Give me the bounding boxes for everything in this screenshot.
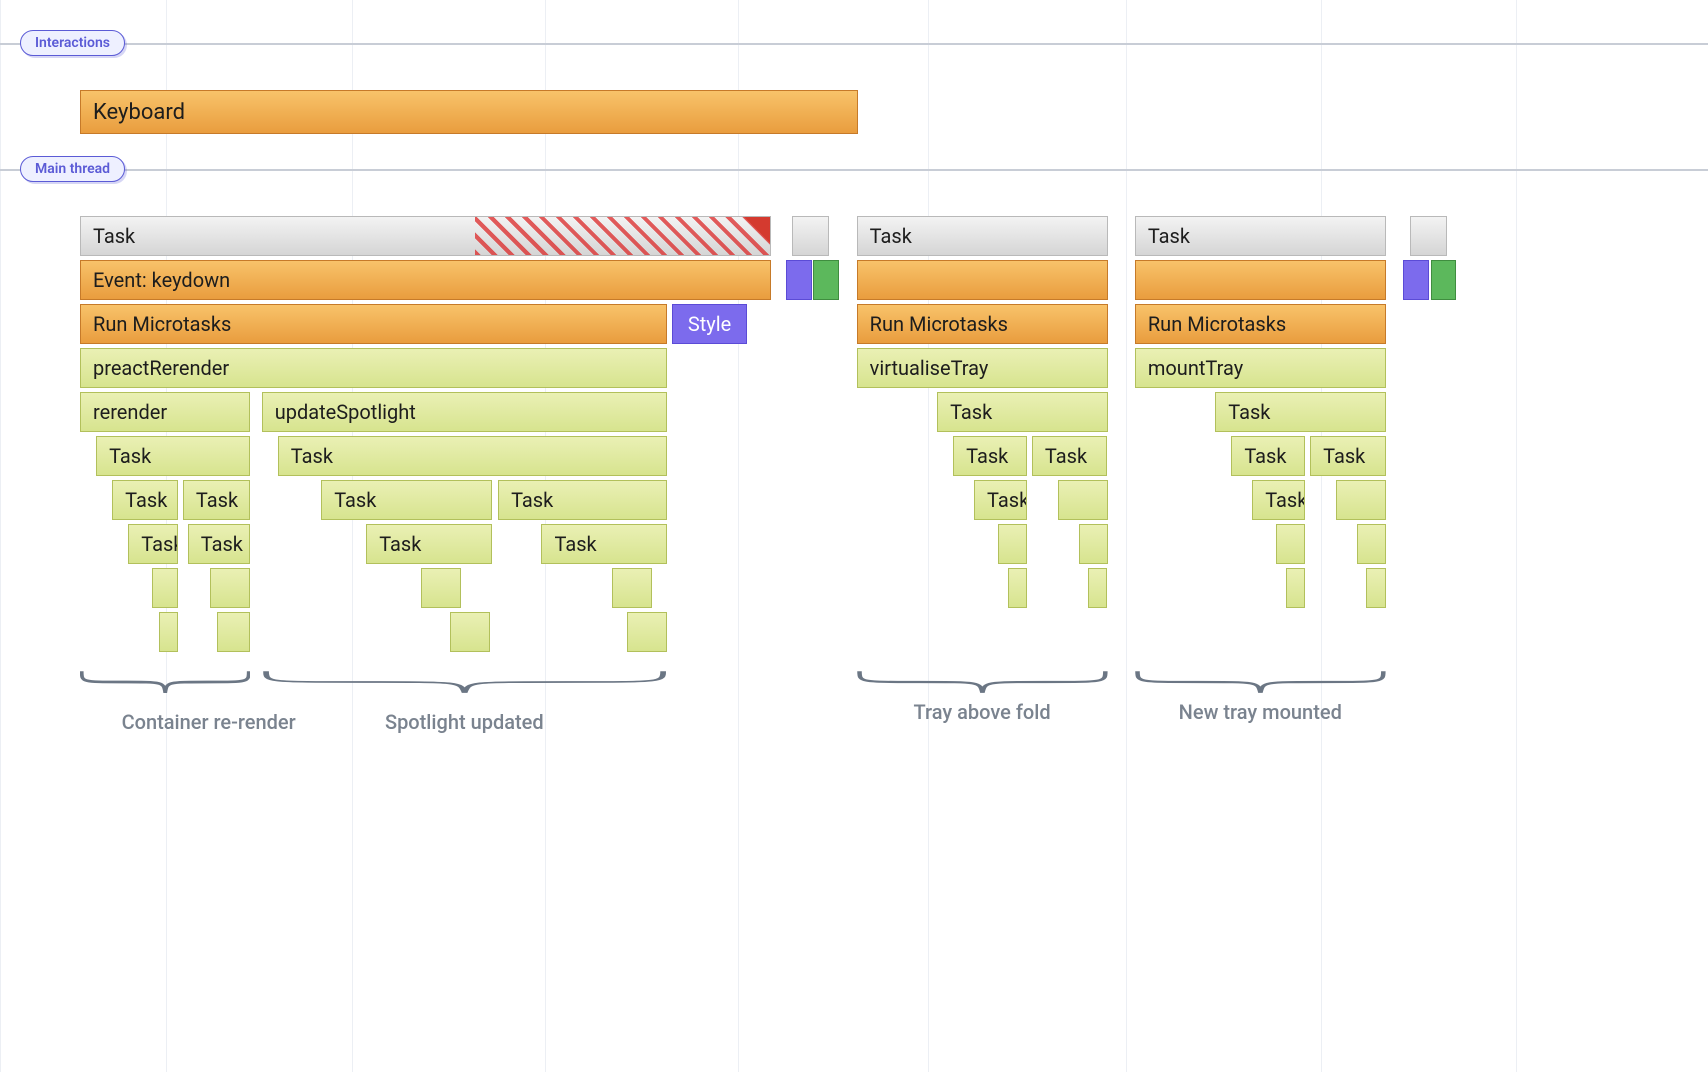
brace-spotlight	[262, 670, 667, 694]
c-paint-chip[interactable]	[1431, 260, 1457, 300]
c-event[interactable]	[1135, 260, 1386, 300]
b-r5[interactable]: Task	[937, 392, 1107, 432]
a-r8-l1[interactable]: Task	[128, 524, 178, 564]
a-r10-r2[interactable]	[627, 612, 667, 652]
b-microtasks[interactable]: Run Microtasks	[857, 304, 1108, 344]
c-r6-r[interactable]: Task	[1310, 436, 1386, 476]
a-task-overflow[interactable]	[792, 216, 829, 256]
interaction-keyboard[interactable]: Keyboard	[80, 90, 858, 134]
a-task[interactable]: Task	[80, 216, 771, 256]
c-mount-tray[interactable]: mountTray	[1135, 348, 1386, 388]
b-virtualise-tray[interactable]: virtualiseTray	[857, 348, 1108, 388]
flame-canvas: Keyboard Task Event: keydown Run Microta…	[80, 0, 1688, 1072]
a-r8-l2[interactable]: Task	[188, 524, 251, 564]
label-tray-mount: New tray mounted	[1135, 700, 1386, 724]
label-tray-above: Tray above fold	[857, 700, 1108, 724]
b-event[interactable]	[857, 260, 1108, 300]
a-r9-r1[interactable]	[421, 568, 461, 608]
c-r9-l[interactable]	[1286, 568, 1305, 608]
gridline	[0, 0, 1, 1072]
a-task-label: Task	[93, 224, 135, 248]
c-task[interactable]: Task	[1135, 216, 1386, 256]
a-style[interactable]: Style	[672, 304, 748, 344]
a-r7-r1[interactable]: Task	[321, 480, 491, 520]
a-r10-r1[interactable]	[450, 612, 490, 652]
label-spotlight: Spotlight updated	[262, 710, 667, 734]
a-r9-r2[interactable]	[612, 568, 652, 608]
c-r7-r[interactable]	[1336, 480, 1386, 520]
a-r9-l1[interactable]	[152, 568, 178, 608]
brace-tray-above	[857, 670, 1108, 694]
c-r8-r[interactable]	[1357, 524, 1386, 564]
a-microtasks[interactable]: Run Microtasks	[80, 304, 667, 344]
b-r9-l[interactable]	[1008, 568, 1027, 608]
b-r9-r[interactable]	[1088, 568, 1107, 608]
a-update-spotlight[interactable]: updateSpotlight	[262, 392, 667, 432]
a-r7-l2[interactable]: Task	[183, 480, 251, 520]
b-r8-l[interactable]	[998, 524, 1027, 564]
c-task-overflow[interactable]	[1410, 216, 1447, 256]
c-r6-l[interactable]: Task	[1231, 436, 1305, 476]
c-microtasks[interactable]: Run Microtasks	[1135, 304, 1386, 344]
a-r7-r2[interactable]: Task	[498, 480, 667, 520]
brace-tray-mount	[1135, 670, 1386, 694]
a-r10-l1[interactable]	[159, 612, 178, 652]
a-preact-rerender[interactable]: preactRerender	[80, 348, 667, 388]
brace-container	[80, 670, 250, 694]
a-paint-chip[interactable]	[813, 260, 839, 300]
c-r8-l[interactable]	[1276, 524, 1305, 564]
a-r9-l2[interactable]	[210, 568, 250, 608]
long-task-triangle	[744, 217, 770, 243]
b-r7[interactable]: Task	[974, 480, 1027, 520]
b-r6-l[interactable]: Task	[953, 436, 1027, 476]
a-event-keydown[interactable]: Event: keydown	[80, 260, 771, 300]
a-r7-l1[interactable]: Task	[112, 480, 178, 520]
b-r6-r[interactable]: Task	[1032, 436, 1108, 476]
b-task[interactable]: Task	[857, 216, 1108, 256]
a-r10-l2[interactable]	[217, 612, 251, 652]
a-r6-right[interactable]: Task	[278, 436, 667, 476]
a-r8-r1[interactable]: Task	[366, 524, 491, 564]
c-r7[interactable]: Task	[1252, 480, 1305, 520]
a-style-chip[interactable]	[786, 260, 812, 300]
a-r8-r2[interactable]: Task	[541, 524, 666, 564]
long-task-indicator	[475, 217, 770, 255]
c-r5[interactable]: Task	[1215, 392, 1385, 432]
a-rerender[interactable]: rerender	[80, 392, 250, 432]
c-style-chip[interactable]	[1403, 260, 1429, 300]
b-r8-r[interactable]	[1079, 524, 1108, 564]
b-r7-r[interactable]	[1058, 480, 1108, 520]
a-r6-left[interactable]: Task	[96, 436, 250, 476]
c-r9-r[interactable]	[1366, 568, 1385, 608]
